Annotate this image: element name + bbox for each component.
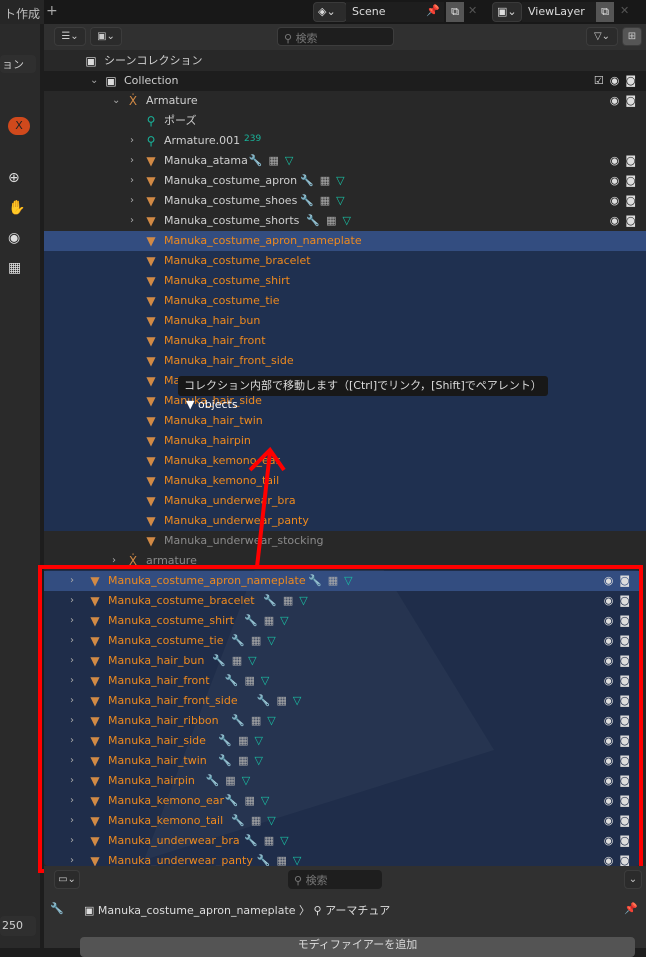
drag-label: ▼ objects bbox=[186, 398, 238, 411]
add-modifier-button[interactable]: モディファイアーを追加 bbox=[80, 937, 635, 957]
breadcrumb-separator: 〉 bbox=[295, 904, 314, 917]
pin-icon[interactable]: 📌 bbox=[624, 902, 638, 915]
breadcrumb-object: Manuka_costume_apron_nameplate bbox=[97, 904, 296, 917]
breadcrumb-data: アーマチュア bbox=[325, 904, 391, 917]
wrench-tab-icon[interactable]: 🔧 bbox=[50, 902, 64, 915]
annotation-arrow bbox=[248, 446, 286, 568]
mesh-icon: ▼ bbox=[186, 398, 198, 411]
chevron-down-icon[interactable]: ⌄ bbox=[624, 870, 642, 889]
editor-type-dropdown[interactable]: ▭⌄ bbox=[54, 870, 80, 889]
object-icon: ▣ bbox=[84, 904, 98, 917]
properties-breadcrumb: ▣ Manuka_costume_apron_nameplate 〉 ⚲ アーマ… bbox=[84, 902, 390, 918]
armature-icon: ⚲ bbox=[313, 904, 326, 917]
search-placeholder: 検索 bbox=[305, 874, 328, 887]
drag-tooltip: コレクション内部で移動します（[Ctrl]でリンク，[Shift]でペアレント） bbox=[178, 376, 548, 396]
search-icon: ⚲ bbox=[294, 874, 306, 887]
drag-label-text: objects bbox=[197, 398, 238, 411]
add-modifier-label: モディファイアーを追加 bbox=[297, 938, 418, 951]
properties-search-input[interactable]: ⚲ 検索 bbox=[288, 870, 382, 889]
